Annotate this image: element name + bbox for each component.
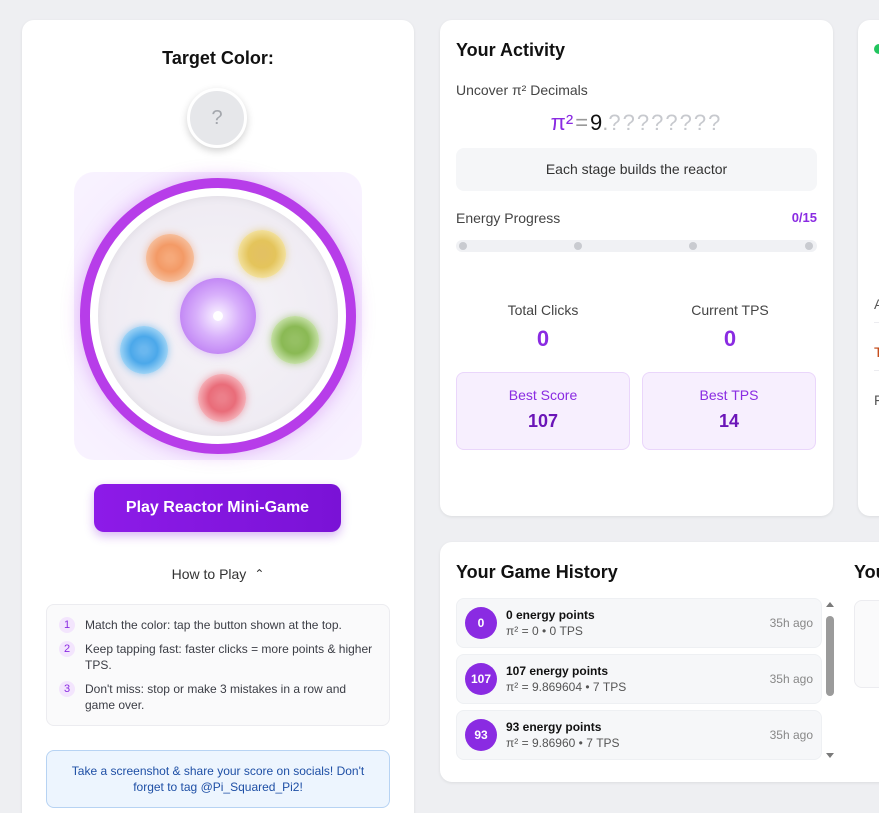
rule-number: 3: [59, 681, 75, 697]
rule-text: Match the color: tap the button shown at…: [85, 618, 342, 632]
reactor-core-dot: [213, 311, 223, 321]
orange-color-button[interactable]: [146, 234, 194, 282]
scroll-up-arrow-icon[interactable]: [826, 602, 834, 607]
how-to-play-label: How to Play: [171, 566, 247, 582]
reactor-ring: [80, 178, 356, 454]
stage-info: Each stage builds the reactor: [456, 148, 817, 191]
progress-milestone: [574, 242, 582, 250]
energy-progress-label: Energy Progress: [456, 210, 561, 226]
current-tps-value: 0: [723, 326, 737, 351]
history-points: 0 energy points: [506, 608, 595, 622]
uncover-label: Uncover π² Decimals: [456, 82, 588, 98]
best-score-value: 107: [527, 411, 559, 431]
best-tps-label: Best TPS: [699, 387, 759, 403]
total-clicks-stat: Total Clicks 0: [456, 302, 630, 352]
rule-item: 1 Match the color: tap the button shown …: [59, 617, 377, 633]
share-notice: Take a screenshot & share your score on …: [46, 750, 390, 808]
rule-text: Don't miss: stop or make 3 mistakes in a…: [85, 682, 347, 712]
rule-item: 2 Keep tapping fast: faster clicks = mor…: [59, 641, 377, 673]
history-item[interactable]: 107 107 energy points π² = 9.869604 • 7 …: [456, 654, 822, 704]
rule-item: 3 Don't miss: stop or make 3 mistakes in…: [59, 681, 377, 713]
reactor-inner: [98, 196, 338, 436]
activity-title: Your Activity: [456, 40, 566, 60]
history-score-badge: 107: [465, 663, 497, 695]
history-score-badge: 0: [465, 607, 497, 639]
blue-color-button[interactable]: [120, 326, 168, 374]
scroll-thumb[interactable]: [826, 616, 834, 696]
history-details: π² = 0 • 0 TPS: [506, 624, 583, 638]
side-card-text-fragment: A: [874, 296, 879, 312]
best-tps-box: Best TPS 14: [642, 372, 816, 450]
best-score-box: Best Score 107: [456, 372, 630, 450]
progress-milestone: [689, 242, 697, 250]
side-card-text-fragment: T: [874, 344, 879, 360]
progress-milestone: [459, 242, 467, 250]
history-points: 107 energy points: [506, 664, 609, 678]
best-tps-value: 14: [718, 411, 740, 431]
play-reactor-button[interactable]: Play Reactor Mini-Game: [94, 484, 341, 532]
history-details: π² = 9.86960 • 7 TPS: [506, 736, 620, 750]
current-tps-label: Current TPS: [691, 302, 769, 318]
how-to-play-toggle[interactable]: How to Play ⌃: [22, 566, 414, 582]
energy-progress-value: 0/15: [791, 210, 817, 225]
red-color-button[interactable]: [198, 374, 246, 422]
divider: [874, 322, 879, 323]
current-tps-stat: Current TPS 0: [643, 302, 817, 352]
progress-milestone: [805, 242, 813, 250]
reactor-game-card: Target Color: ? Play Reactor Mini-Game H…: [22, 20, 414, 813]
pi-equals: =: [575, 110, 589, 135]
target-color-swatch: ?: [187, 88, 247, 148]
scroll-down-arrow-icon[interactable]: [826, 753, 834, 758]
game-history-title: Your Game History: [456, 562, 618, 582]
history-time: 35h ago: [769, 728, 813, 742]
history-details: π² = 9.869604 • 7 TPS: [506, 680, 627, 694]
pi-squared-symbol: π²: [550, 110, 574, 135]
side-card-text-fragment: F: [874, 392, 879, 408]
target-color-unknown: ?: [211, 106, 223, 129]
reactor: [74, 172, 362, 460]
divider: [874, 370, 879, 371]
energy-progress-bar: [456, 240, 817, 252]
pi-integer: 9: [590, 110, 603, 135]
rule-number: 1: [59, 617, 75, 633]
activity-card: Your Activity Uncover π² Decimals π²=9.?…: [440, 20, 833, 516]
game-history-card: Your Game History You 0 0 energy points …: [440, 542, 879, 782]
reactor-core[interactable]: [180, 278, 256, 354]
rule-number: 2: [59, 641, 75, 657]
pi-hidden-decimals: ????????: [608, 110, 723, 135]
history-time: 35h ago: [769, 616, 813, 630]
second-panel-title: You: [854, 562, 879, 582]
rules-list: 1 Match the color: tap the button shown …: [46, 604, 390, 726]
history-scrollbar[interactable]: [825, 600, 835, 760]
history-score-badge: 93: [465, 719, 497, 751]
history-points: 93 energy points: [506, 720, 602, 734]
history-item[interactable]: 0 0 energy points π² = 0 • 0 TPS 35h ago: [456, 598, 822, 648]
chevron-up-icon: ⌃: [254, 567, 265, 581]
total-clicks-label: Total Clicks: [507, 302, 579, 318]
pi-squared-display: π²=9.????????: [440, 110, 833, 136]
green-color-button[interactable]: [271, 316, 319, 364]
second-panel-box: [854, 600, 879, 688]
yellow-color-button[interactable]: [238, 230, 286, 278]
side-card-partial: A T F: [858, 20, 879, 516]
best-score-label: Best Score: [508, 387, 578, 403]
online-status-dot: [874, 44, 879, 54]
history-time: 35h ago: [769, 672, 813, 686]
total-clicks-value: 0: [536, 326, 550, 351]
rule-text: Keep tapping fast: faster clicks = more …: [85, 642, 373, 672]
target-color-title: Target Color:: [162, 48, 274, 68]
history-item[interactable]: 93 93 energy points π² = 9.86960 • 7 TPS…: [456, 710, 822, 760]
